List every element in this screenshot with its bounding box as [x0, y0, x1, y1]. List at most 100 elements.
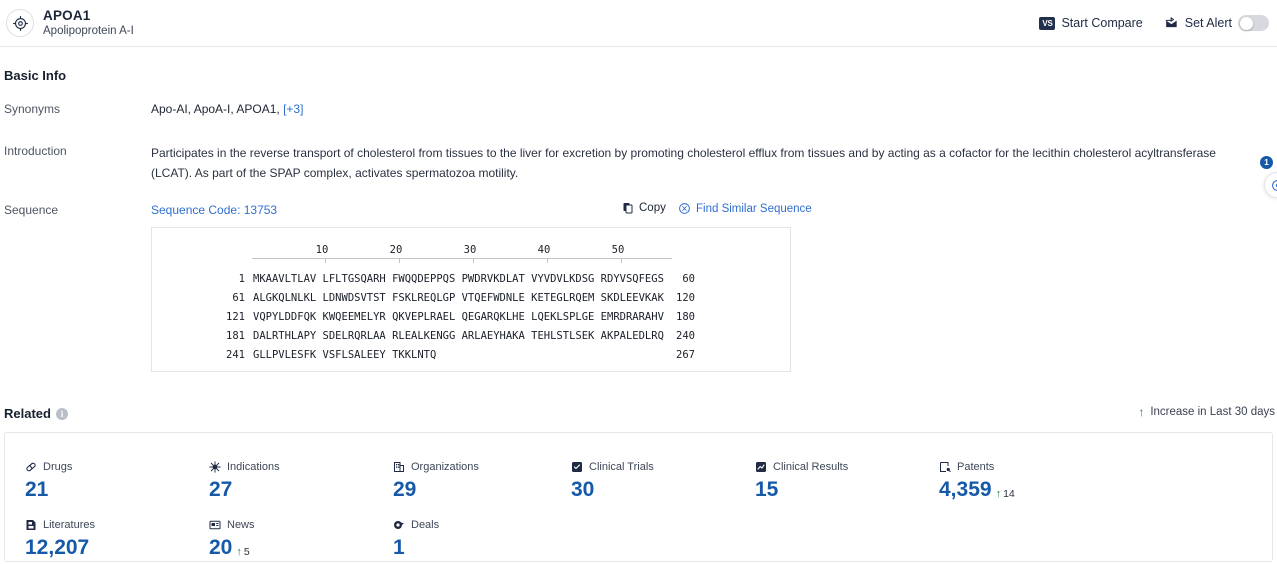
card-delta-value: 5	[243, 546, 250, 558]
sequence-row-start: 181	[226, 330, 245, 342]
copy-button[interactable]: Copy	[622, 202, 666, 214]
card-value: 30	[571, 478, 595, 501]
copy-icon	[622, 202, 634, 214]
find-similar-sequence-button[interactable]: Find Similar Sequence	[678, 202, 812, 215]
card-value: 29	[393, 478, 417, 501]
card-delta: ↑ 14	[996, 488, 1015, 500]
related-card-deals[interactable]: Deals 1	[393, 519, 577, 560]
card-value-wrap: 12,207	[25, 536, 209, 560]
sequence-row-residues: MKAAVLTLAV LFLTGSQARH FWQQDEPPQS PWDRVKD…	[253, 273, 664, 285]
synonyms-value: Apo-AI, ApoA-I, APOA1,	[151, 102, 280, 116]
card-header: Literatures	[25, 519, 209, 531]
sequence-label: Sequence	[4, 203, 59, 217]
related-card-literatures[interactable]: Literatures 12,207	[25, 519, 209, 560]
sequence-row: 1 MKAAVLTLAV LFLTGSQARH FWQQDEPPQS PWDRV…	[160, 270, 760, 289]
ruler-tick-label: 40	[537, 244, 551, 256]
news-icon	[209, 519, 221, 531]
up-arrow-icon: ↑	[236, 546, 242, 558]
dna-search-icon	[678, 202, 691, 215]
related-heading: Related i	[4, 406, 68, 421]
related-card-patents[interactable]: Patents 4,359 ↑ 14	[939, 461, 1123, 502]
related-card-clinical-trials[interactable]: Clinical Trials 30	[571, 461, 755, 502]
related-title-text: Related	[4, 406, 51, 421]
vs-icon: VS	[1039, 16, 1056, 30]
related-card-clinical-results[interactable]: Clinical Results 15	[755, 461, 939, 502]
sequence-row: 121 VQPYLDDFQK KWQEEMELYR QKVEPLRAEL QEG…	[160, 308, 760, 327]
increase-legend: ↑ Increase in Last 30 days	[1138, 406, 1275, 418]
sequence-row-start: 121	[226, 311, 245, 323]
sequence-code-link[interactable]: Sequence Code: 13753	[151, 203, 277, 217]
card-header: News	[209, 519, 393, 531]
ruler-tick-mark	[621, 259, 622, 263]
start-compare-label: Start Compare	[1061, 16, 1143, 30]
building-icon	[393, 461, 405, 473]
set-alert-toggle[interactable]	[1238, 15, 1269, 31]
card-value-wrap: 20 ↑ 5	[209, 536, 393, 560]
copy-label: Copy	[639, 202, 666, 214]
page-title: APOA1	[43, 7, 91, 23]
card-header: Drugs	[25, 461, 209, 473]
card-label: Indications	[227, 461, 280, 473]
synonyms-more-link[interactable]: [+3]	[283, 102, 303, 116]
related-card-news[interactable]: News 20 ↑ 5	[209, 519, 393, 560]
literature-icon	[25, 519, 37, 531]
card-header: Clinical Results	[755, 461, 939, 473]
card-value: 12,207	[25, 536, 90, 559]
deal-icon	[393, 519, 405, 531]
sequence-row-residues: DALRTHLAPY SDELRQRLAA RLEALKENGG ARLAEYH…	[253, 330, 664, 342]
card-header: Organizations	[393, 461, 577, 473]
find-similar-label: Find Similar Sequence	[696, 202, 812, 215]
virus-icon	[209, 461, 221, 473]
notification-badge[interactable]: 1	[1260, 156, 1273, 169]
ruler-tick-label: 30	[463, 244, 477, 256]
sequence-row: 181 DALRTHLAPY SDELRQRLAA RLEALKENGG ARL…	[160, 327, 760, 346]
introduction-label: Introduction	[4, 144, 67, 158]
page-subtitle: Apolipoprotein A-I	[43, 25, 134, 38]
sequence-row: 61 ALGKQLNLKL LDNWDSVTST FSKLREQLGP VTQE…	[160, 289, 760, 308]
card-value: 27	[209, 478, 233, 501]
card-header: Clinical Trials	[571, 461, 755, 473]
ruler-tick-mark	[325, 259, 326, 263]
related-card-drugs[interactable]: Drugs 21	[25, 461, 209, 502]
synonyms-label: Synonyms	[4, 102, 61, 116]
ruler-tick-label: 20	[389, 244, 403, 256]
help-chat-icon[interactable]	[1264, 172, 1277, 198]
card-label: Deals	[411, 519, 440, 531]
sequence-row-end: 60	[682, 273, 695, 285]
sequence-row-end: 267	[676, 349, 695, 361]
ruler-baseline	[252, 258, 672, 259]
patent-icon	[939, 461, 951, 473]
card-value-wrap: 1	[393, 536, 577, 560]
clinical-trial-icon	[571, 461, 583, 473]
basic-info-heading: Basic Info	[4, 68, 67, 83]
sequence-row-end: 120	[676, 292, 695, 304]
card-value: 4,359	[939, 478, 992, 501]
card-value: 15	[755, 478, 779, 501]
related-card-indications[interactable]: Indications 27	[209, 461, 393, 502]
card-label: Literatures	[43, 519, 95, 531]
up-arrow-icon: ↑	[995, 488, 1002, 500]
related-card-organizations[interactable]: Organizations 29	[393, 461, 577, 502]
sequence-row: 241 GLLPVLESFK VSFLSALEEY TKKLNTQ 267	[160, 346, 760, 365]
card-header: Deals	[393, 519, 577, 531]
card-label: Clinical Results	[773, 461, 849, 473]
set-alert-button[interactable]: Set Alert	[1165, 15, 1269, 31]
card-header: Indications	[209, 461, 393, 473]
sequence-row-residues: ALGKQLNLKL LDNWDSVTST FSKLREQLGP VTQEFWD…	[253, 292, 664, 304]
card-value: 20	[209, 536, 233, 559]
ruler-tick-mark	[547, 259, 548, 263]
sequence-row-start: 61	[232, 292, 245, 304]
target-icon	[6, 9, 34, 37]
card-value-wrap: 29	[393, 478, 577, 502]
info-icon[interactable]: i	[55, 407, 68, 420]
header-actions: VS Start Compare Set Alert	[1039, 15, 1277, 31]
alert-bell-icon	[1165, 16, 1179, 30]
card-header: Patents	[939, 461, 1123, 473]
sequence-ruler-numbers: 10 20 30 40 50	[252, 244, 672, 256]
card-value-wrap: 4,359 ↑ 14	[939, 478, 1123, 502]
start-compare-button[interactable]: VS Start Compare	[1039, 16, 1143, 30]
sequence-row-end: 180	[676, 311, 695, 323]
sequence-rows: 1 MKAAVLTLAV LFLTGSQARH FWQQDEPPQS PWDRV…	[160, 270, 760, 365]
pill-icon	[25, 461, 37, 473]
card-label: News	[227, 519, 255, 531]
